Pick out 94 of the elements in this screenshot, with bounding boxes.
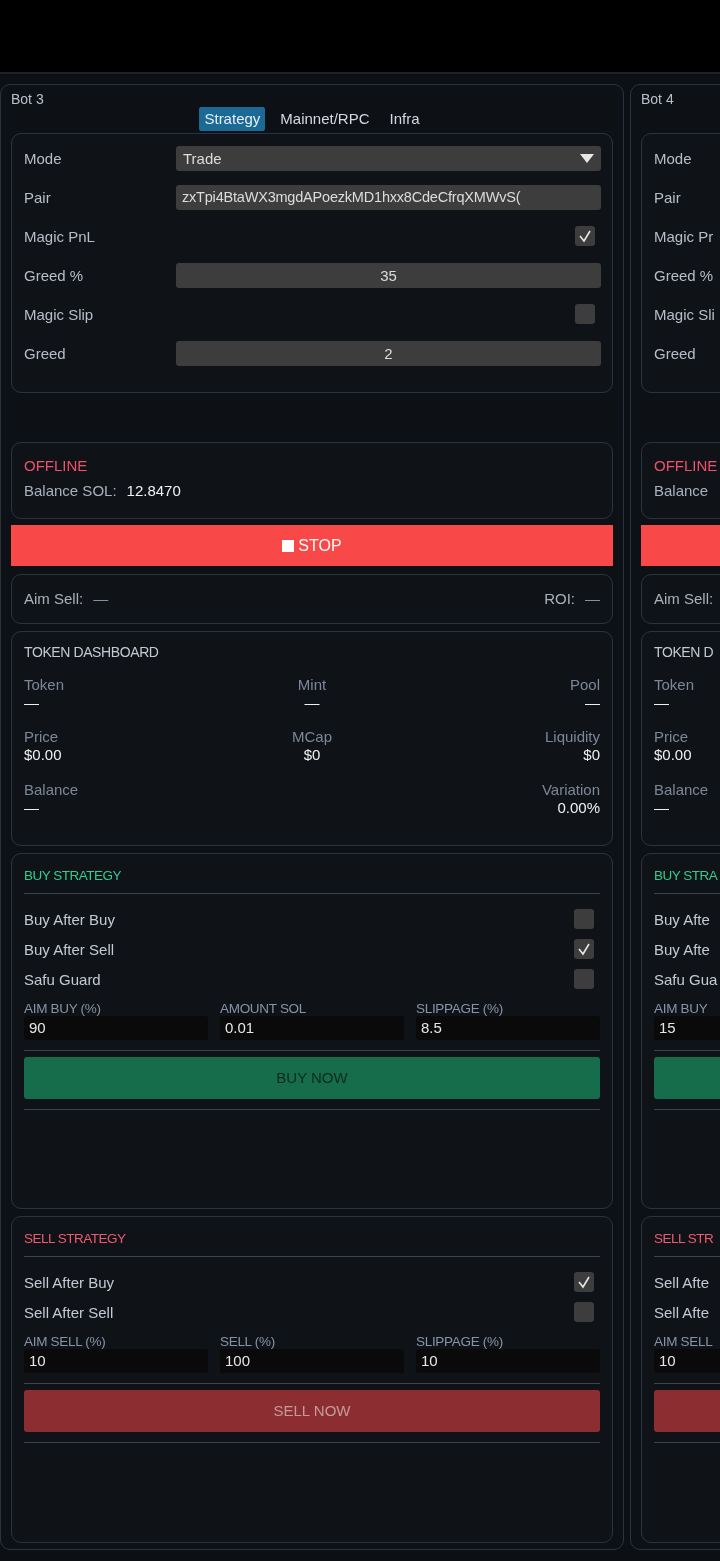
metric-value: $0: [303, 746, 321, 764]
metric-label: Token: [654, 675, 695, 693]
input-field[interactable]: 100: [220, 1348, 404, 1373]
option-label: Sell After Buy: [24, 1273, 115, 1291]
field-label: AIM BUY (%): [24, 1000, 101, 1016]
metric-label: Price: [24, 728, 59, 746]
metric-value: 0.00%: [557, 798, 600, 816]
field-label: AIM SELL (%): [24, 1333, 106, 1349]
metric-value: —: [304, 693, 320, 711]
option-label: Buy After Buy: [24, 910, 115, 928]
metric-value: —: [654, 693, 669, 711]
field-label: AIM BUY: [654, 1000, 708, 1016]
aim-sell-label: Aim Sell:: [24, 590, 84, 608]
metric-value: $0.00: [654, 746, 692, 764]
setting-label: Magic Pr: [654, 227, 715, 245]
section-title: SELL STR: [654, 1230, 714, 1246]
option-label: Safu Gua: [654, 970, 718, 988]
setting-label: Greed %: [24, 266, 85, 284]
setting-label: Greed: [24, 344, 67, 362]
checkbox[interactable]: [574, 1272, 594, 1293]
checkbox[interactable]: [574, 909, 594, 930]
setting-label: Pair: [24, 188, 52, 206]
metric-label: Token: [24, 675, 65, 693]
setting-label: Magic PnL: [24, 227, 96, 245]
field-label: AIM SELL: [654, 1333, 713, 1349]
input-field[interactable]: 15: [654, 1015, 720, 1040]
roi-value: —: [585, 590, 600, 608]
setting-label: Mode: [654, 149, 693, 167]
aim-sell-value: —: [93, 590, 109, 608]
tab[interactable]: Mainnet/RPC: [275, 107, 375, 131]
field-label: SELL (%): [220, 1333, 275, 1349]
setting-label: Greed: [654, 344, 697, 362]
aim-sell-label: Aim Sell:: [654, 590, 714, 608]
metric-label: Variation: [541, 780, 600, 798]
caret-icon: [580, 153, 594, 163]
option-label: Buy Afte: [654, 940, 710, 958]
checkbox[interactable]: [574, 1302, 594, 1323]
option-label: Buy Afte: [654, 910, 710, 928]
section-title: BUY STRATEGY: [24, 867, 122, 883]
metric-label: Balance: [654, 780, 709, 798]
input-field[interactable]: 10: [416, 1348, 600, 1373]
mode-dropdown[interactable]: Trade: [176, 145, 601, 171]
section-title: SELL STRATEGY: [24, 1230, 126, 1246]
input-field[interactable]: 0.01: [220, 1015, 404, 1040]
setting-label: Mode: [24, 149, 63, 167]
option-label: Sell Afte: [654, 1303, 710, 1321]
metric-label: Mint: [297, 675, 327, 693]
tab[interactable]: Infra: [384, 107, 425, 131]
setting-label: Greed %: [654, 266, 715, 284]
section-title: BUY STRA: [654, 867, 718, 883]
balance-label: Balance SOL:: [24, 482, 117, 500]
roi-label: ROI:: [544, 590, 575, 608]
number-field[interactable]: 2: [176, 340, 601, 366]
setting-label: Magic Sli: [654, 305, 716, 323]
input-field[interactable]: 90: [24, 1015, 208, 1040]
metric-value: —: [24, 693, 39, 711]
option-label: Sell After Sell: [24, 1303, 114, 1321]
setting-label: Magic Slip: [24, 305, 95, 323]
dashboard-title: TOKEN DASHBOARD: [24, 643, 159, 660]
stop-icon: [282, 539, 295, 552]
metric-label: Price: [654, 728, 689, 746]
balance-label: Balance: [654, 482, 709, 500]
balance-value: 12.8470: [126, 482, 181, 500]
checkbox[interactable]: [574, 969, 594, 990]
checkbox[interactable]: [575, 226, 595, 247]
option-label: Safu Guard: [24, 970, 101, 988]
metric-label: Balance: [24, 780, 79, 798]
pair-field[interactable]: zxTpi4BtaWX3mgdAPoezkMD1hxx8CdeCfrqXMWvS(: [176, 184, 601, 210]
status-label: OFFLINE: [24, 457, 88, 475]
metric-label: MCap: [292, 728, 332, 746]
input-field[interactable]: 10: [24, 1348, 208, 1373]
bot-title: Bot 4: [641, 91, 674, 107]
metric-value: —: [24, 798, 39, 816]
metric-value: —: [585, 693, 600, 711]
field-label: SLIPPAGE (%): [416, 1333, 503, 1349]
checkbox[interactable]: [574, 939, 594, 960]
metric-value: —: [654, 798, 669, 816]
field-label: AMOUNT SOL: [220, 1000, 307, 1016]
input-field[interactable]: 10: [654, 1348, 720, 1373]
checkbox[interactable]: [575, 304, 595, 325]
status-label: OFFLINE: [654, 457, 718, 475]
option-label: Buy After Sell: [24, 940, 115, 958]
setting-label: Pair: [654, 188, 682, 206]
field-label: SLIPPAGE (%): [416, 1000, 503, 1016]
metric-label: Pool: [569, 675, 600, 693]
metric-value: $0: [583, 746, 600, 764]
dashboard-title: TOKEN D: [654, 643, 714, 660]
metric-value: $0.00: [24, 746, 62, 764]
bot-title: Bot 3: [11, 91, 44, 107]
tab[interactable]: Strategy: [199, 107, 266, 131]
option-label: Sell Afte: [654, 1273, 710, 1291]
input-field[interactable]: 8.5: [416, 1015, 600, 1040]
metric-label: Liquidity: [544, 728, 600, 746]
number-field[interactable]: 35: [176, 262, 601, 288]
